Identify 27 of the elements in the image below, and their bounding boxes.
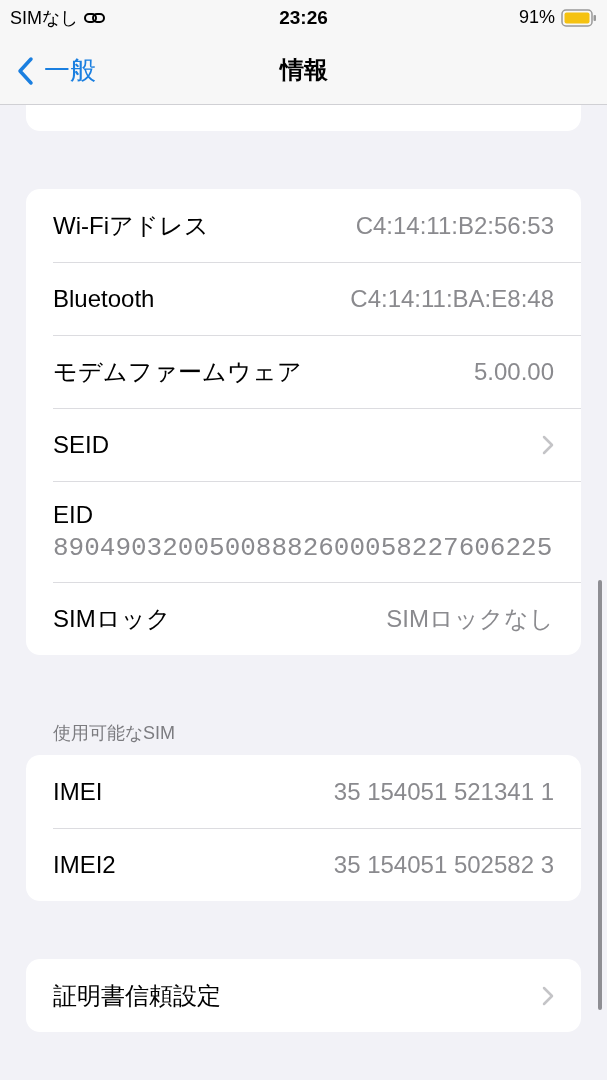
row-value: SIMロックなし: [386, 604, 554, 634]
link-icon: [84, 10, 106, 25]
row-label: Bluetooth: [53, 285, 156, 313]
row-value: C4:14:11:BA:E8:48: [350, 285, 554, 313]
row-value: 5.00.00: [473, 358, 554, 386]
battery-icon: [561, 8, 597, 27]
row-label: SIMロック: [53, 604, 172, 634]
row-label: IMEI2: [53, 851, 117, 879]
row-label: Wi-Fiアドレス: [53, 210, 210, 241]
row-value: 35 154051 502582 3: [333, 851, 554, 879]
row-label: IMEI: [53, 777, 104, 806]
chevron-right-icon: [542, 985, 554, 1006]
battery-percentage: 91%: [519, 7, 555, 28]
row-label: モデムファームウェア: [53, 357, 303, 387]
back-button[interactable]: 一般: [12, 49, 100, 92]
settings-row[interactable]: 証明書信頼設定: [53, 959, 581, 1032]
chevron-right-icon: [542, 435, 554, 455]
clock: 23:26: [279, 6, 328, 29]
page-title: 情報: [279, 55, 328, 85]
settings-row[interactable]: SEID: [53, 408, 581, 481]
carrier-label: SIMなし: [10, 6, 78, 30]
back-chevron-icon: [16, 55, 34, 86]
row-value: C4:14:11:B2:56:53: [355, 211, 554, 240]
row-value: 89049032005008882600058227606225: [53, 533, 553, 563]
row-value: 35 154051 521341 1: [333, 777, 554, 806]
section-header: 使用可能なSIM: [52, 722, 176, 745]
row-label: EID: [53, 501, 93, 529]
